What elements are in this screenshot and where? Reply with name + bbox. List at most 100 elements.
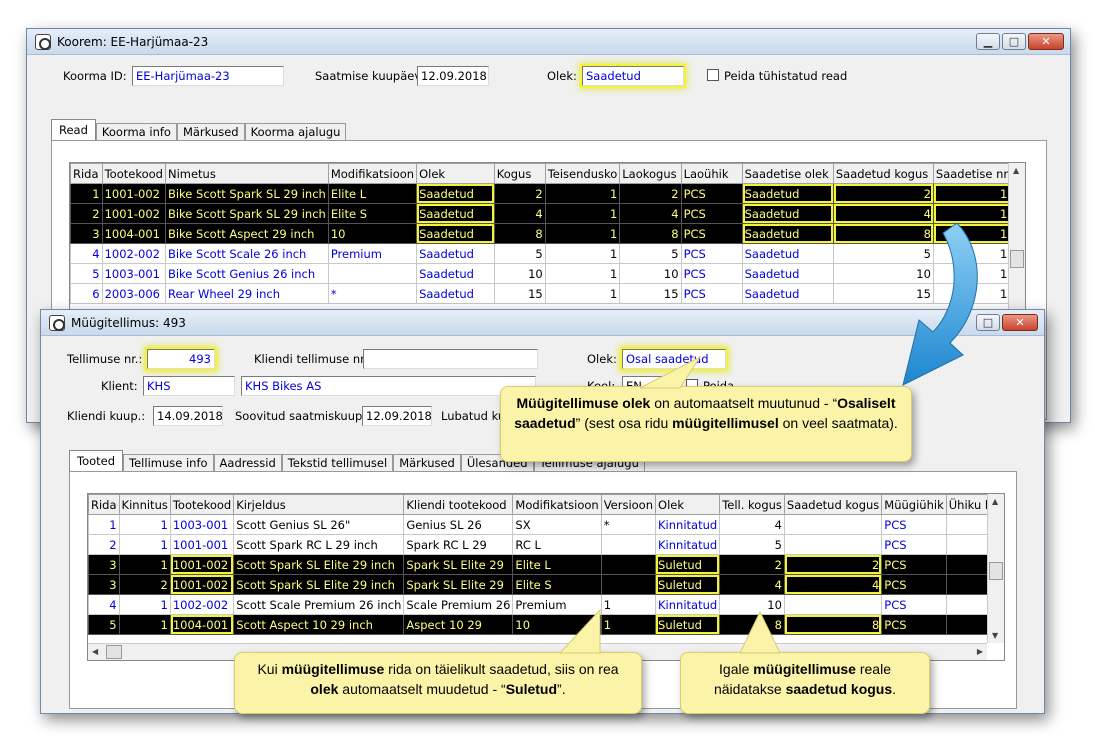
table-cell[interactable]: 4 bbox=[619, 203, 682, 224]
table-cell[interactable]: 8 bbox=[783, 614, 883, 635]
table-cell[interactable]: Scott Scale Premium 26 inch bbox=[233, 594, 405, 615]
column-header[interactable]: Olek bbox=[655, 494, 721, 515]
tab-koorma-ajalugu[interactable]: Koorma ajalugu bbox=[244, 123, 347, 141]
table-cell[interactable]: Aspect 10 29 bbox=[403, 614, 514, 635]
table-cell[interactable]: 4 bbox=[88, 594, 120, 615]
table-cell[interactable]: 8 bbox=[719, 614, 785, 635]
table-cell[interactable]: PCS bbox=[680, 243, 743, 264]
table-cell[interactable]: 1001-002 bbox=[169, 574, 235, 595]
table-cell[interactable]: 4 bbox=[493, 203, 546, 224]
minimize-icon[interactable]: ▁ bbox=[976, 33, 1000, 50]
table-cell[interactable]: Saadetud bbox=[741, 203, 834, 224]
table-row[interactable]: 3 1 1001-002 Scott Spark SL Elite 29 inch Sp… bbox=[88, 554, 1004, 575]
table-cell[interactable]: 1001-002 bbox=[101, 203, 166, 224]
table-cell[interactable]: PCS bbox=[680, 263, 743, 284]
table-cell[interactable]: Suletud bbox=[655, 574, 721, 595]
maximize-icon[interactable]: □ bbox=[1002, 33, 1026, 50]
column-header[interactable]: Laoühik bbox=[680, 163, 743, 184]
table-cell[interactable]: 2 bbox=[118, 574, 171, 595]
table-row[interactable]: 5 1003-001 Bike Scott Genius 26 inch Saadet… bbox=[70, 263, 1025, 284]
column-header[interactable]: Rida bbox=[88, 494, 120, 515]
table-cell[interactable]: 1 bbox=[88, 514, 120, 535]
table-cell[interactable] bbox=[600, 534, 657, 555]
tab-aadressid[interactable]: Aadressid bbox=[213, 454, 282, 472]
table-cell[interactable]: 3 bbox=[88, 574, 120, 595]
soovitud-field[interactable]: 12.09.2018 bbox=[362, 406, 432, 426]
table-cell[interactable]: 2 bbox=[70, 203, 103, 224]
table-cell[interactable]: Bike Scott Aspect 29 inch bbox=[164, 223, 329, 244]
table-cell[interactable]: 3 bbox=[88, 554, 120, 575]
table-cell[interactable]: Spark RC L 29 bbox=[403, 534, 514, 555]
table-cell[interactable]: 1 bbox=[118, 534, 171, 555]
table-cell[interactable]: 8 bbox=[493, 223, 546, 244]
table-cell[interactable]: PCS bbox=[881, 614, 947, 635]
table-cell[interactable]: Premium bbox=[327, 243, 418, 264]
table-cell[interactable]: Spark SL Elite 29 bbox=[403, 554, 514, 575]
kliendi-tellimuse-nr-field[interactable] bbox=[363, 349, 538, 369]
table-cell[interactable] bbox=[327, 263, 418, 284]
table-cell[interactable]: PCS bbox=[881, 574, 947, 595]
koorem-titlebar[interactable]: Koorem: EE-Harjümaa-23 ▁ □ ✕ bbox=[27, 29, 1070, 55]
koorem-grid[interactable]: Rida Tootekood Nimetus Modifikatsioon Olek Ko… bbox=[69, 162, 1026, 312]
tab-tellimuse-info[interactable]: Tellimuse info bbox=[123, 454, 214, 472]
table-cell[interactable]: 1002-002 bbox=[101, 243, 166, 264]
table-cell[interactable]: Elite L bbox=[512, 554, 602, 575]
table-cell[interactable]: 4 bbox=[783, 574, 883, 595]
scroll-down-icon[interactable]: ▼ bbox=[992, 631, 998, 640]
column-header[interactable]: Laokogus bbox=[619, 163, 682, 184]
table-cell[interactable]: Saadetud bbox=[416, 203, 495, 224]
tab-koorma-info[interactable]: Koorma info bbox=[95, 123, 177, 141]
column-header[interactable]: Versioon bbox=[600, 494, 657, 515]
table-cell[interactable]: Saadetud bbox=[741, 263, 834, 284]
table-cell[interactable]: * bbox=[327, 283, 418, 304]
saatmise-kuupaev-field[interactable]: 12.09.2018 bbox=[417, 66, 489, 86]
table-cell[interactable]: 1004-001 bbox=[169, 614, 235, 635]
table-cell[interactable]: 10 bbox=[493, 263, 546, 284]
table-cell[interactable]: 1003-001 bbox=[169, 514, 235, 535]
table-row[interactable]: 1 1 1003-001 Scott Genius SL 26" Genius SL 2… bbox=[88, 514, 1004, 535]
table-cell[interactable]: PCS bbox=[680, 203, 743, 224]
table-cell[interactable]: 1 bbox=[544, 263, 621, 284]
table-cell[interactable]: 2 bbox=[619, 183, 682, 204]
table-cell[interactable]: 1 bbox=[70, 183, 103, 204]
table-cell[interactable]: Scott Genius SL 26" bbox=[233, 514, 405, 535]
table-cell[interactable]: Rear Wheel 29 inch bbox=[164, 283, 329, 304]
table-cell[interactable]: 10 bbox=[512, 614, 602, 635]
tellimuse-nr-field[interactable]: 493 bbox=[147, 349, 215, 369]
table-cell[interactable]: 5 bbox=[719, 534, 785, 555]
table-cell[interactable]: Elite S bbox=[512, 574, 602, 595]
column-header[interactable]: Saadetud kogus bbox=[832, 163, 934, 184]
column-header[interactable]: Rida bbox=[70, 163, 103, 184]
column-header[interactable]: Nimetus bbox=[164, 163, 329, 184]
table-cell[interactable]: 4 bbox=[70, 243, 103, 264]
koorma-id-field[interactable]: EE-Harjümaa-23 bbox=[132, 66, 284, 86]
table-cell[interactable]: 15 bbox=[493, 283, 546, 304]
table-cell[interactable]: 2 bbox=[783, 554, 883, 575]
table-cell[interactable]: 5 bbox=[493, 243, 546, 264]
table-cell[interactable]: PCS bbox=[881, 594, 947, 615]
table-cell[interactable]: * bbox=[600, 514, 657, 535]
kliendi-kuup-field[interactable]: 14.09.2018 bbox=[153, 406, 223, 426]
table-cell[interactable] bbox=[783, 514, 883, 535]
table-cell[interactable]: Saadetud bbox=[416, 223, 495, 244]
table-cell[interactable]: PCS bbox=[881, 554, 947, 575]
table-row[interactable]: 3 2 1001-002 Scott Spark SL Elite 29 inch Sp… bbox=[88, 574, 1004, 595]
scroll-right-icon[interactable]: ▶ bbox=[977, 647, 983, 656]
olek-field[interactable]: Saadetud bbox=[582, 66, 684, 86]
table-cell[interactable]: Elite L bbox=[327, 183, 418, 204]
table-cell[interactable]: Scott Spark SL Elite 29 inch bbox=[233, 554, 405, 575]
column-header[interactable]: Kirjeldus bbox=[233, 494, 405, 515]
table-cell[interactable]: Scale Premium 26 bbox=[403, 594, 514, 615]
table-row[interactable]: 3 1004-001 Bike Scott Aspect 29 inch 10 Saad… bbox=[70, 223, 1025, 244]
table-cell[interactable]: Elite S bbox=[327, 203, 418, 224]
peida-tuhistatud-checkbox[interactable] bbox=[707, 69, 719, 81]
table-cell[interactable]: 1002-002 bbox=[169, 594, 235, 615]
scroll-up-icon[interactable]: ▲ bbox=[1013, 166, 1019, 175]
table-cell[interactable]: 1 bbox=[600, 614, 657, 635]
table-cell[interactable]: 15 bbox=[619, 283, 682, 304]
scroll-up-icon[interactable]: ▲ bbox=[992, 497, 998, 506]
table-cell[interactable]: 1004-001 bbox=[101, 223, 166, 244]
table-cell[interactable]: Bike Scott Genius 26 inch bbox=[164, 263, 329, 284]
tellimus-grid[interactable]: Rida Kinnitus Tootekood Kirjeldus Kliendi to… bbox=[87, 493, 1005, 661]
table-cell[interactable]: 1 bbox=[544, 243, 621, 264]
